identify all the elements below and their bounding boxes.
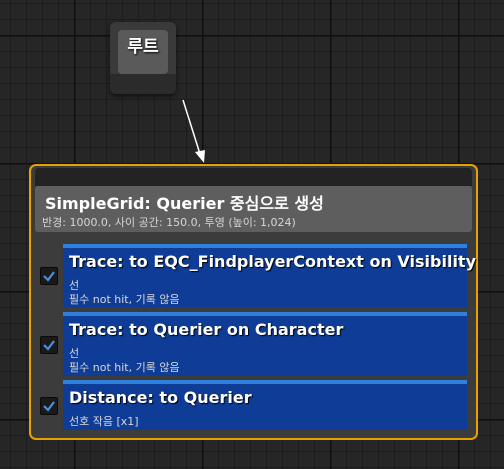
test-2-checkbox[interactable] bbox=[40, 336, 58, 354]
checkmark-icon bbox=[43, 401, 55, 412]
test-3-checkbox[interactable] bbox=[40, 397, 58, 415]
test-3-title: Distance: to Querier bbox=[69, 388, 252, 407]
generator-title: SimpleGrid: Querier 중심으로 생성 bbox=[45, 194, 324, 213]
test-3-line1: 선호 작음 [x1] bbox=[69, 415, 139, 428]
checkmark-icon bbox=[43, 271, 55, 282]
generator-node[interactable]: SimpleGrid: Querier 중심으로 생성 반경: 1000.0, … bbox=[29, 164, 478, 440]
test-1-title: Trace: to EQC_FindplayerContext on Visib… bbox=[69, 252, 476, 271]
test-1-line2: 필수 not hit, 기록 않음 bbox=[69, 293, 180, 306]
test-card-2[interactable]: Trace: to Querier on Character 선 필수 not … bbox=[63, 312, 467, 376]
test-2-title: Trace: to Querier on Character bbox=[69, 320, 344, 339]
test-card-3[interactable]: Distance: to Querier 선호 작음 [x1] bbox=[63, 380, 467, 430]
checkmark-icon bbox=[43, 340, 55, 351]
generator-subtitle: 반경: 1000.0, 사이 공간: 150.0, 투영 (높이: 1,024) bbox=[42, 216, 296, 229]
generator-input-pin[interactable] bbox=[35, 168, 472, 186]
test-2-line2: 필수 not hit, 기록 않음 bbox=[69, 361, 180, 374]
generator-header: SimpleGrid: Querier 중심으로 생성 반경: 1000.0, … bbox=[35, 186, 472, 232]
test-card-1[interactable]: Trace: to EQC_FindplayerContext on Visib… bbox=[63, 244, 476, 307]
test-1-checkbox[interactable] bbox=[40, 267, 58, 285]
